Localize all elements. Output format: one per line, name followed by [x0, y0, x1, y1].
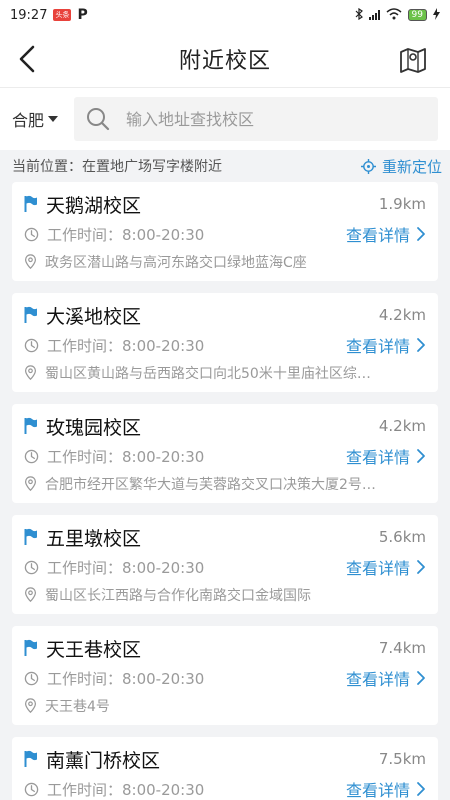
campus-hours: 工作时间：8:00-20:30 [47, 780, 205, 799]
campus-hours: 工作时间：8:00-20:30 [47, 336, 205, 355]
campus-address: 蜀山区长江西路与合作化南路交口金域国际 [45, 588, 311, 604]
view-details-label: 查看详情 [345, 337, 410, 356]
caret-down-icon [48, 116, 59, 122]
parking-app-badge: P [77, 7, 88, 23]
search-icon [87, 108, 110, 131]
relocate-button[interactable]: 重新定位 [360, 156, 442, 177]
campus-card[interactable]: 天王巷校区 7.4km 工作时间：8:00-20:30 查看详情 天王巷4号 [12, 626, 438, 725]
charging-icon [433, 7, 440, 23]
campus-address: 蜀山区黄山路与岳西路交口向北50米十里庙社区综… [45, 366, 371, 382]
campus-distance: 7.5km [378, 750, 426, 768]
location-pin-icon [24, 698, 37, 714]
view-details-link[interactable]: 查看详情 [346, 222, 426, 246]
campus-address: 政务区潜山路与高河东路交口绿地蓝海C座 [45, 255, 307, 271]
bluetooth-icon [355, 7, 363, 23]
clock-icon [24, 449, 39, 463]
view-details-link[interactable]: 查看详情 [346, 777, 426, 800]
view-details-label: 查看详情 [345, 559, 410, 578]
view-details-link[interactable]: 查看详情 [346, 444, 426, 468]
chevron-right-icon [417, 227, 425, 241]
campus-list: 天鹅湖校区 1.9km 工作时间：8:00-20:30 查看详情 政务区潜山路与… [0, 182, 450, 800]
campus-address: 天王巷4号 [45, 699, 110, 715]
campus-name: 玫瑰园校区 [46, 416, 142, 439]
campus-distance: 4.2km [378, 306, 426, 324]
location-row: 当前位置：在置地广场写字楼附近 重新定位 [0, 150, 450, 182]
campus-distance: 7.4km [378, 639, 426, 657]
city-label: 合肥 [12, 111, 45, 130]
locate-icon [360, 158, 376, 174]
chevron-right-icon [417, 338, 425, 352]
campus-name: 大溪地校区 [46, 305, 142, 328]
wifi-icon [386, 7, 402, 23]
flag-icon [24, 639, 37, 656]
view-details-label: 查看详情 [345, 670, 410, 689]
location-pin-icon [24, 254, 37, 270]
map-icon [400, 48, 426, 73]
chevron-right-icon [417, 782, 425, 796]
campus-card[interactable]: 大溪地校区 4.2km 工作时间：8:00-20:30 查看详情 蜀山区黄山路与… [12, 293, 438, 392]
view-details-label: 查看详情 [345, 226, 410, 245]
flag-icon [24, 195, 37, 212]
campus-distance: 5.6km [378, 528, 426, 546]
clock-icon [24, 560, 39, 574]
campus-name: 五里墩校区 [46, 527, 142, 550]
campus-card[interactable]: 五里墩校区 5.6km 工作时间：8:00-20:30 查看详情 蜀山区长江西路… [12, 515, 438, 614]
flag-icon [24, 528, 37, 545]
news-app-badge: 头条 [53, 9, 72, 21]
page-title: 附近校区 [178, 48, 271, 74]
map-button[interactable] [398, 44, 428, 74]
clock-icon [24, 227, 39, 241]
chevron-right-icon [417, 671, 425, 685]
chevron-right-icon [417, 560, 425, 574]
flag-icon [24, 417, 37, 434]
campus-card[interactable]: 玫瑰园校区 4.2km 工作时间：8:00-20:30 查看详情 合肥市经开区繁… [12, 404, 438, 503]
location-pin-icon [24, 365, 37, 381]
search-row: 合肥 [0, 88, 450, 150]
clock-icon [24, 671, 39, 685]
chevron-right-icon [417, 449, 425, 463]
campus-name: 南薰门桥校区 [46, 749, 161, 772]
campus-name: 天王巷校区 [46, 638, 142, 661]
header-bar: 附近校区 [0, 30, 450, 88]
status-time: 19:27 [10, 7, 48, 23]
view-details-link[interactable]: 查看详情 [346, 333, 426, 357]
view-details-link[interactable]: 查看详情 [346, 555, 426, 579]
chevron-left-icon [19, 45, 35, 73]
campus-distance: 1.9km [378, 195, 426, 213]
view-details-label: 查看详情 [345, 448, 410, 467]
campus-hours: 工作时间：8:00-20:30 [47, 669, 205, 688]
campus-hours: 工作时间：8:00-20:30 [47, 447, 205, 466]
battery-icon: 99 [407, 9, 427, 21]
campus-name: 天鹅湖校区 [46, 194, 142, 217]
location-pin-icon [24, 476, 37, 492]
campus-address: 合肥市经开区繁华大道与芙蓉路交叉口决策大厦2号… [45, 477, 376, 493]
city-selector[interactable]: 合肥 [12, 107, 72, 131]
relocate-label: 重新定位 [381, 157, 442, 176]
search-box[interactable] [74, 97, 438, 141]
back-button[interactable] [12, 43, 44, 75]
view-details-link[interactable]: 查看详情 [346, 666, 426, 690]
campus-card[interactable]: 南薰门桥校区 7.5km 工作时间：8:00-20:30 查看详情 [12, 737, 438, 800]
campus-distance: 4.2km [378, 417, 426, 435]
campus-hours: 工作时间：8:00-20:30 [47, 558, 205, 577]
clock-icon [24, 782, 39, 796]
location-pin-icon [24, 587, 37, 603]
status-bar: 19:27 头条 P 99 [0, 0, 450, 30]
view-details-label: 查看详情 [345, 781, 410, 800]
campus-hours: 工作时间：8:00-20:30 [47, 225, 205, 244]
search-input[interactable] [126, 109, 386, 129]
campus-card[interactable]: 天鹅湖校区 1.9km 工作时间：8:00-20:30 查看详情 政务区潜山路与… [12, 182, 438, 281]
flag-icon [24, 750, 37, 767]
signal-icon [368, 10, 380, 20]
flag-icon [24, 306, 37, 323]
clock-icon [24, 338, 39, 352]
current-location-text: 当前位置：在置地广场写字楼附近 [12, 159, 222, 175]
